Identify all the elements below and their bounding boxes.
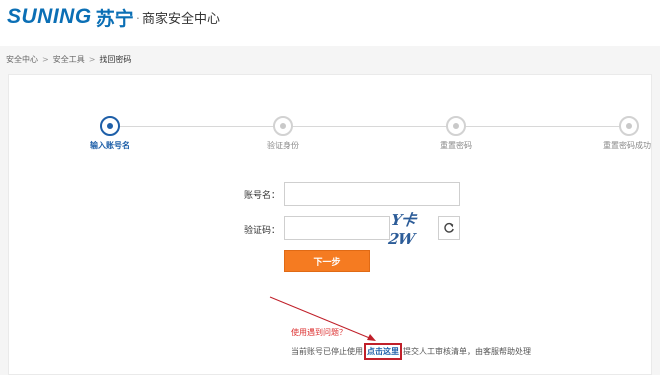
breadcrumb-item-current: 找回密码 [99,54,132,64]
click-here-link[interactable]: 点击这里 [364,343,402,360]
breadcrumb-separator: > [88,54,96,64]
logo-chinese: 苏宁 [95,7,134,30]
step-3-label: 重置密码 [440,141,472,150]
suning-logo[interactable]: SUNING 苏宁 · 商家安全中心 [7,5,221,30]
captcha-input[interactable] [284,216,390,240]
step-4-label: 重置密码成功 [603,141,651,150]
account-name-input[interactable] [284,182,460,206]
step-4-indicator [619,116,639,136]
stepper-line [116,126,628,127]
account-name-label: 账号名： [243,191,280,201]
header-subtitle: 商家安全中心 [142,11,221,27]
captcha-label: 验证码： [243,226,280,236]
step-3-indicator [446,116,466,136]
help-question: 使用遇到问题？ [291,328,347,337]
breadcrumb: 安全中心 > 安全工具 > 找回密码 [0,46,660,72]
help-line: 当前账号已停止使用 点击这里 提交人工审核清单，由客服帮助处理 [291,343,531,360]
header: SUNING 苏宁 · 商家安全中心 [0,0,660,46]
step-1-indicator [100,116,120,136]
refresh-icon [444,222,454,233]
breadcrumb-item-security-tools[interactable]: 安全工具 [53,54,85,65]
refresh-captcha-button[interactable] [438,216,460,240]
captcha-image[interactable]: Y卡2W [387,211,438,248]
step-2-indicator [273,116,293,136]
next-step-button[interactable]: 下一步 [284,250,370,272]
captcha-text: Y卡2W [387,210,417,248]
breadcrumb-item-security-center[interactable]: 安全中心 [6,54,38,65]
step-2-label: 验证身份 [267,141,299,150]
step-1-label: 输入账号名 [90,141,130,150]
logo-latin: SUNING [7,5,92,28]
help-line-prefix: 当前账号已停止使用 [291,347,363,356]
help-line-suffix: 提交人工审核清单，由客服帮助处理 [403,347,531,356]
breadcrumb-separator: > [42,54,49,64]
logo-dot: · [135,9,141,25]
